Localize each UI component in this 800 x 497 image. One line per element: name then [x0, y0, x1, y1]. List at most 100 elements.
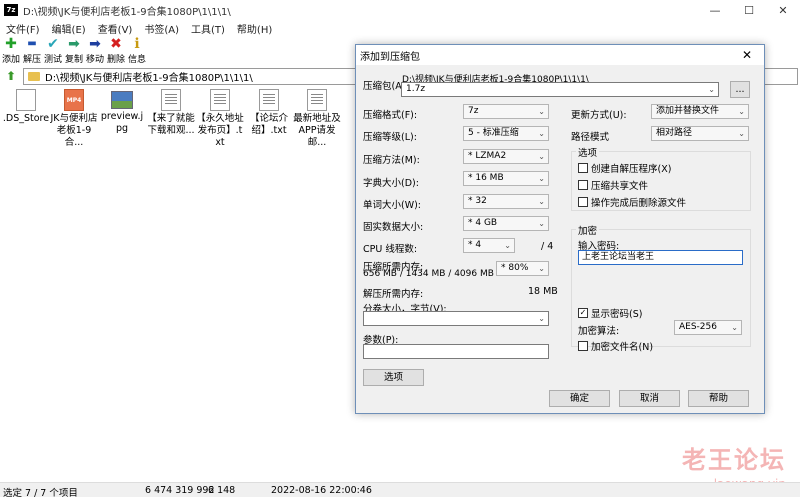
mem-decomp-label: 解压所需内存: [363, 289, 424, 300]
file-item[interactable]: MP4 JK与便利店老板1-9合... [50, 89, 98, 149]
delete-x-icon: ✖ [110, 36, 122, 52]
title-bar: 7z D:\视频\JK与便利店老板1-9合集1080P\1\1\1\ — ☐ ✕ [0, 0, 800, 20]
text-file-icon [259, 89, 279, 111]
checkbox-unchecked-icon [578, 197, 588, 207]
help-button[interactable]: 帮助 [688, 390, 749, 407]
delete-after-checkbox[interactable]: 操作完成后删除源文件 [578, 195, 686, 209]
encrypt-method-value: AES-256 [679, 322, 717, 332]
extract-label: 解压 [22, 55, 41, 65]
menu-bar: 文件(F) 编辑(E) 查看(V) 书签(A) 工具(T) 帮助(H) [0, 20, 800, 37]
menu-view[interactable]: 查看(V) [92, 21, 139, 36]
dict-label: 字典大小(D): [363, 178, 419, 189]
mem-comp-detail: 656 MB / 1434 MB / 4096 MB [363, 269, 494, 279]
mem-usage-select[interactable]: * 80% ⌄ [496, 261, 549, 276]
chevron-down-icon: ⌄ [538, 107, 545, 116]
dialog-close-button[interactable]: ✕ [742, 48, 752, 62]
level-select[interactable]: 5 - 标准压缩 ⌄ [463, 126, 549, 141]
address-path: D:\视频\JK与便利店老板1-9合集1080P\1\1\1\ [45, 72, 253, 84]
file-item[interactable]: 【来了就能下载和观... [147, 89, 195, 137]
mem-decomp-value: 18 MB [528, 286, 558, 297]
file-name: JK与便利店老板1-9合... [50, 113, 98, 148]
ok-button[interactable]: 确定 [549, 390, 610, 407]
chevron-down-icon: ⌄ [538, 174, 545, 183]
method-select[interactable]: * LZMA2 ⌄ [463, 149, 549, 164]
file-item[interactable]: 【永久地址发布页】.txt [196, 89, 244, 149]
dict-select[interactable]: * 16 MB ⌄ [463, 171, 549, 186]
checkbox-unchecked-icon [578, 341, 588, 351]
method-value: * LZMA2 [468, 151, 507, 161]
sfx-checkbox[interactable]: 创建自解压程序(X) [578, 161, 671, 175]
delete-label: 删除 [106, 55, 125, 65]
solid-select[interactable]: * 4 GB ⌄ [463, 216, 549, 231]
update-label: 更新方式(U): [571, 110, 627, 121]
options-group-title: 选项 [576, 145, 600, 159]
file-name: preview.jpg [100, 111, 144, 134]
encrypt-method-select[interactable]: AES-256 ⌄ [674, 320, 742, 335]
text-file-icon [161, 89, 181, 111]
status-bar: 选定 7 / 7 个项目 6 474 319 992 6 148 2022-08… [0, 482, 800, 497]
cpu-label: CPU 线程数: [363, 244, 418, 255]
close-button[interactable]: ✕ [766, 0, 800, 20]
chevron-down-icon: ⌄ [504, 241, 511, 250]
file-item[interactable]: 【论坛介绍】.txt [245, 89, 293, 137]
text-file-icon [210, 89, 230, 111]
status-total-size: 6 474 319 992 [145, 485, 215, 496]
update-mode-select[interactable]: 添加并替换文件 ⌄ [651, 104, 749, 119]
params-field[interactable] [363, 344, 549, 359]
menu-bookmarks[interactable]: 书签(A) [138, 21, 185, 36]
add-button[interactable]: ✚ 添加 [1, 37, 21, 67]
cancel-button[interactable]: 取消 [619, 390, 680, 407]
file-item[interactable]: preview.jpg [98, 89, 146, 135]
file-item[interactable]: .DS_Store [2, 89, 50, 125]
info-icon: ℹ [134, 36, 140, 52]
password-input[interactable]: 上老王论坛当老王 [578, 250, 743, 265]
split-size-field[interactable]: ⌄ [363, 311, 549, 326]
menu-edit[interactable]: 编辑(E) [46, 21, 92, 36]
status-modified: 2022-08-16 22:00:46 [271, 485, 372, 496]
menu-file[interactable]: 文件(F) [0, 21, 46, 36]
mem-comp-value: * 80% [501, 263, 529, 273]
chevron-down-icon: ⌄ [731, 323, 738, 332]
cpu-select[interactable]: * 4 ⌄ [463, 238, 515, 253]
minimize-button[interactable]: — [698, 0, 732, 20]
checkbox-unchecked-icon [578, 163, 588, 173]
watermark-text: 老王论坛 [682, 446, 786, 474]
chevron-down-icon: ⌄ [538, 129, 545, 138]
move-button[interactable]: ➡ 移动 [85, 37, 105, 67]
file-name: 最新地址及APP请发邮... [293, 113, 341, 148]
file-item[interactable]: 最新地址及APP请发邮... [293, 89, 341, 149]
show-password-checkbox[interactable]: ✓ 显示密码(S) [578, 306, 642, 320]
shared-files-checkbox[interactable]: 压缩共享文件 [578, 178, 648, 192]
format-label: 压缩格式(F): [363, 110, 418, 121]
status-selected-size: 6 148 [208, 485, 236, 496]
encrypt-names-checkbox[interactable]: 加密文件名(N) [578, 339, 653, 353]
folder-icon [28, 71, 40, 81]
up-folder-icon[interactable]: ⬆ [2, 68, 20, 84]
move-arrow-icon: ➡ [89, 36, 101, 52]
word-select[interactable]: * 32 ⌄ [463, 194, 549, 209]
status-selected: 选定 7 / 7 个项目 [3, 488, 78, 497]
path-mode-select[interactable]: 相对路径 ⌄ [651, 126, 749, 141]
copy-button[interactable]: ➡ 复制 [64, 37, 84, 67]
menu-help[interactable]: 帮助(H) [231, 21, 278, 36]
encrypt-names-label: 加密文件名(N) [591, 342, 654, 353]
dialog-title: 添加到压缩包 [356, 45, 764, 65]
add-label: 添加 [1, 55, 20, 65]
info-button[interactable]: ℹ 信息 [127, 37, 147, 67]
show-password-label: 显示密码(S) [591, 309, 643, 320]
format-select[interactable]: 7z ⌄ [463, 104, 549, 119]
menu-tools[interactable]: 工具(T) [185, 21, 231, 36]
extract-button[interactable]: ▬ 解压 [22, 37, 42, 67]
update-value: 添加并替换文件 [656, 106, 720, 116]
chevron-down-icon: ⌄ [538, 197, 545, 206]
copy-arrow-icon: ➡ [68, 36, 80, 52]
delete-button[interactable]: ✖ 删除 [106, 37, 126, 67]
file-name: .DS_Store [2, 113, 50, 124]
maximize-button[interactable]: ☐ [732, 0, 766, 20]
word-label: 单词大小(W): [363, 200, 422, 211]
level-label: 压缩等级(L): [363, 132, 417, 143]
options-button[interactable]: 选项 [363, 369, 424, 386]
test-button[interactable]: ✔ 测试 [43, 37, 63, 67]
archive-name-field[interactable]: 1.7z ⌄ [401, 82, 719, 97]
browse-button[interactable]: ... [730, 81, 750, 98]
